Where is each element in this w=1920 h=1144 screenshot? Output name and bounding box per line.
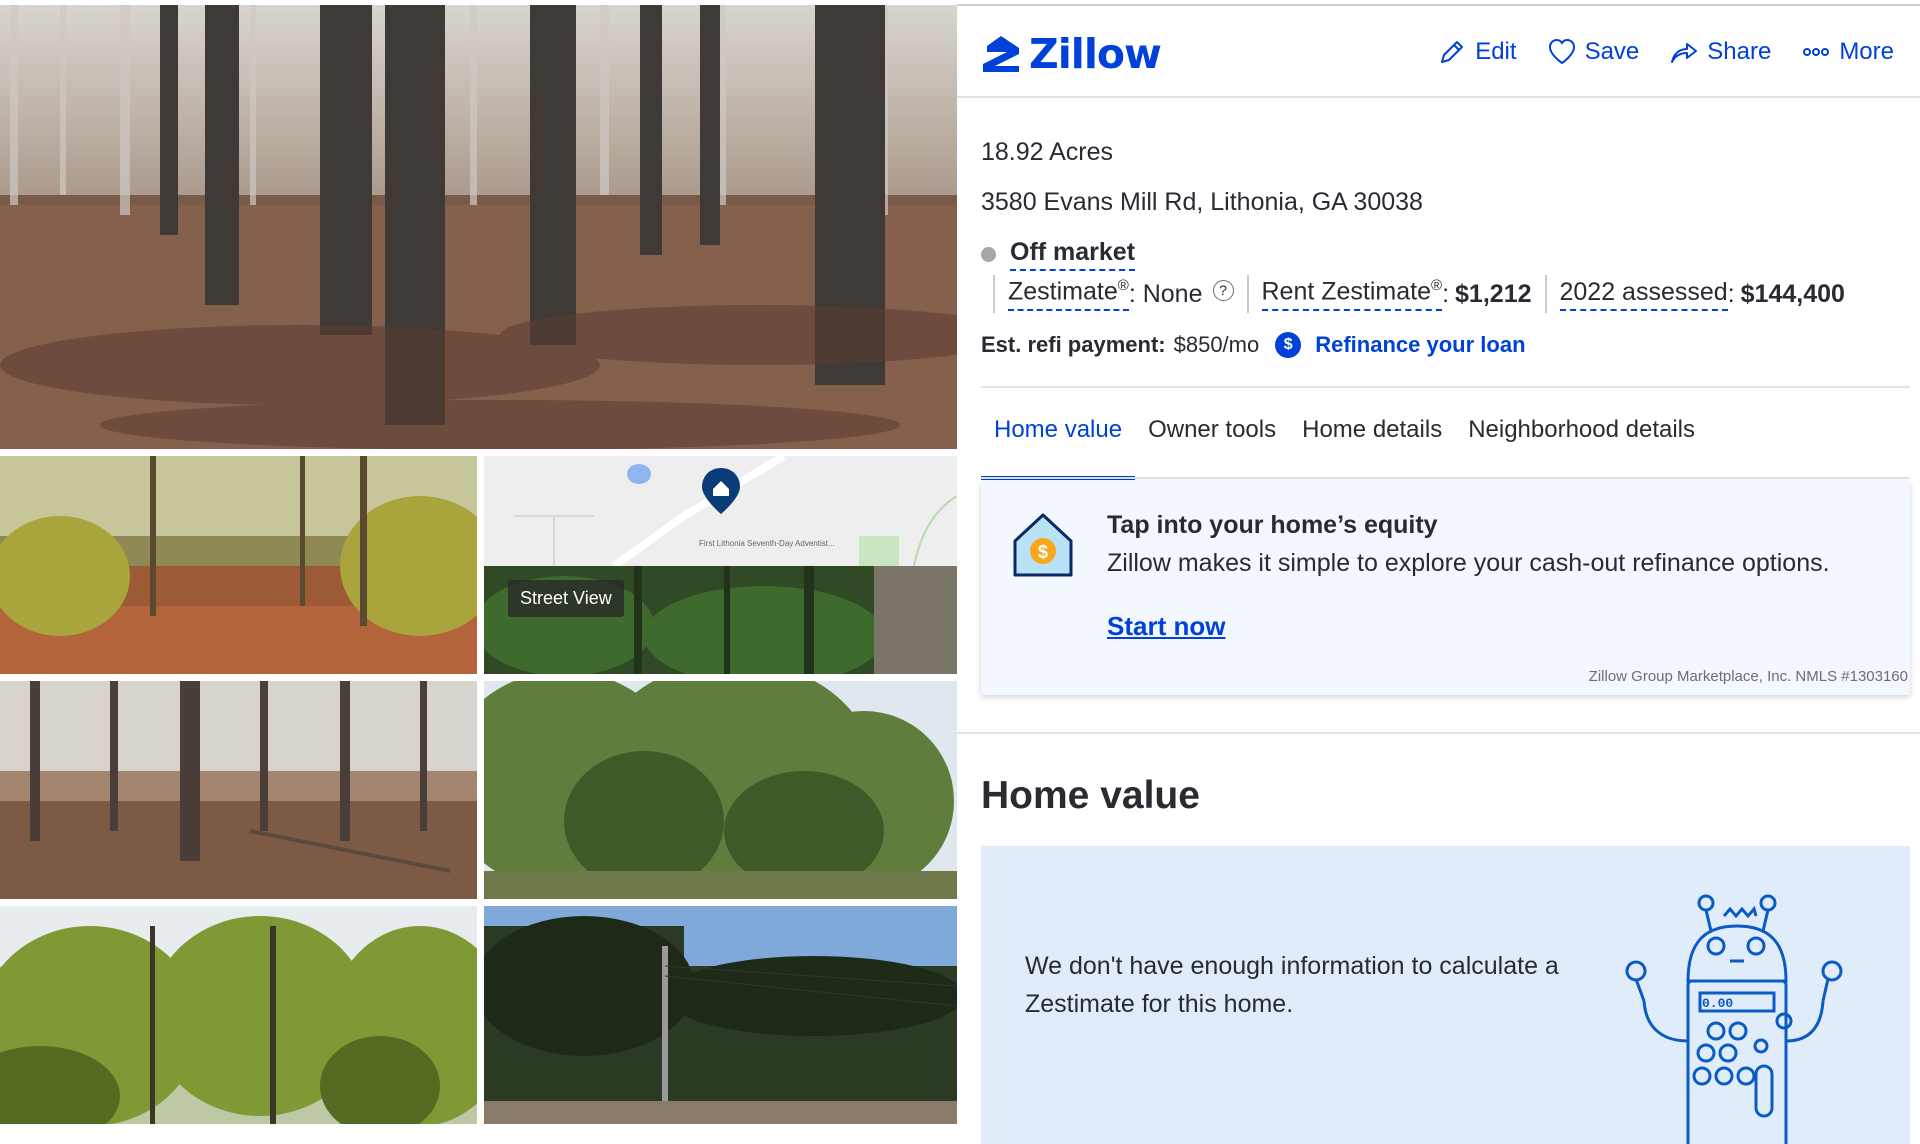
section-tabs: Home value Owner tools Home details Neig… [981,416,1708,480]
gallery-photo-pine-stand[interactable] [484,681,957,899]
home-value-heading: Home value [981,774,1200,817]
gallery-photo-winter-woods[interactable] [0,681,477,899]
share-arrow-icon [1671,43,1698,63]
more-label: More [1839,38,1894,65]
refinance-link[interactable]: Refinance your loan [1315,332,1525,358]
refi-label: Est. refi payment: [981,332,1166,357]
zillow-house-icon [983,36,1019,72]
edit-button[interactable]: Edit [1437,37,1517,67]
status-badge[interactable]: Off market [1010,238,1136,271]
rent-zestimate-value: $1,212 [1455,279,1532,308]
tab-home-details[interactable]: Home details [1289,416,1455,480]
tabs-divider [981,477,1910,479]
status-row: Off market [981,238,1136,271]
equity-description: Zillow makes it simple to explore your c… [1107,549,1830,577]
edit-label: Edit [1475,38,1517,65]
equity-title: Tap into your home’s equity [1107,511,1438,539]
house-dollar-icon: $ [1013,513,1073,577]
tab-neighborhood-details[interactable]: Neighborhood details [1455,416,1708,480]
pencil-icon [1441,41,1464,63]
no-zestimate-message: We don't have enough information to calc… [1025,952,1559,1018]
zestimate-value: : None [1128,279,1203,308]
map-pin-home-icon [702,468,740,514]
zillow-logo[interactable]: Zillow [981,30,1162,78]
section-divider [981,386,1910,388]
dollar-icon: $ [1275,332,1302,358]
brand-name: Zillow [1029,30,1162,78]
zestimate-label[interactable]: Zestimate® [1008,277,1129,311]
details-panel: Zillow Edit Save Share More 18.92 Acres … [957,0,1920,1144]
robot-calculator-icon: 0.00 [1625,894,1843,1144]
rent-zestimate-metric: Rent Zestimate®: $1,212 [1246,275,1545,313]
save-button[interactable]: Save [1547,37,1640,67]
tab-home-value[interactable]: Home value [981,416,1136,480]
refi-value: $850/mo [1173,332,1260,357]
nmls-disclaimer: Zillow Group Marketplace, Inc. NMLS #130… [1588,668,1908,685]
tab-owner-tools[interactable]: Owner tools [1135,416,1289,480]
property-facts: 18.92 Acres [981,138,1114,166]
more-button[interactable]: More [1801,37,1894,67]
share-label: Share [1707,38,1772,65]
assessed-metric: 2022 assessed: $144,400 [1544,275,1858,313]
share-button[interactable]: Share [1669,37,1771,67]
street-view-badge: Street View [508,580,624,617]
property-address: 3580 Evans Mill Rd, Lithonia, GA 30038 [981,188,1423,216]
hero-photo[interactable] [0,5,957,449]
save-label: Save [1584,38,1640,65]
equity-promo-card: $ Tap into your home’s equity Zillow mak… [981,481,1910,695]
heart-icon [1548,38,1575,65]
assessed-value: $144,400 [1740,279,1845,308]
status-dot-icon [981,247,996,262]
refi-row: Est. refi payment: $850/mo $ Refinance y… [981,332,1526,358]
gallery-photo-young-pines[interactable] [0,906,477,1124]
start-now-link[interactable]: Start now [1107,611,1225,642]
help-icon[interactable]: ? [1212,279,1234,301]
assessed-label[interactable]: 2022 assessed [1559,278,1728,311]
gallery-photo-pine-path[interactable] [0,456,477,674]
section-divider-2 [957,732,1920,734]
map-streetview-tile[interactable]: First Lithonia Seventh-Day Adventist... … [484,456,957,674]
photo-gallery: First Lithonia Seventh-Day Adventist... … [0,0,957,1144]
gallery-photo-roadside[interactable] [484,906,957,1124]
home-value-box: We don't have enough information to calc… [981,846,1910,1144]
header-actions: Edit Save Share More [1437,37,1894,67]
map-church-label: First Lithonia Seventh-Day Adventist... [699,539,835,548]
zestimate-metric: Zestimate® : None ? [993,275,1247,313]
svg-text:$: $ [1038,542,1048,562]
ellipsis-icon [1803,48,1830,56]
panel-header: Zillow Edit Save Share More [957,6,1920,98]
rent-zestimate-label[interactable]: Rent Zestimate® [1261,277,1443,311]
robot-display-text: 0.00 [1702,996,1733,1011]
value-metrics: Zestimate® : None ? Rent Zestimate®: $1,… [993,275,1858,313]
